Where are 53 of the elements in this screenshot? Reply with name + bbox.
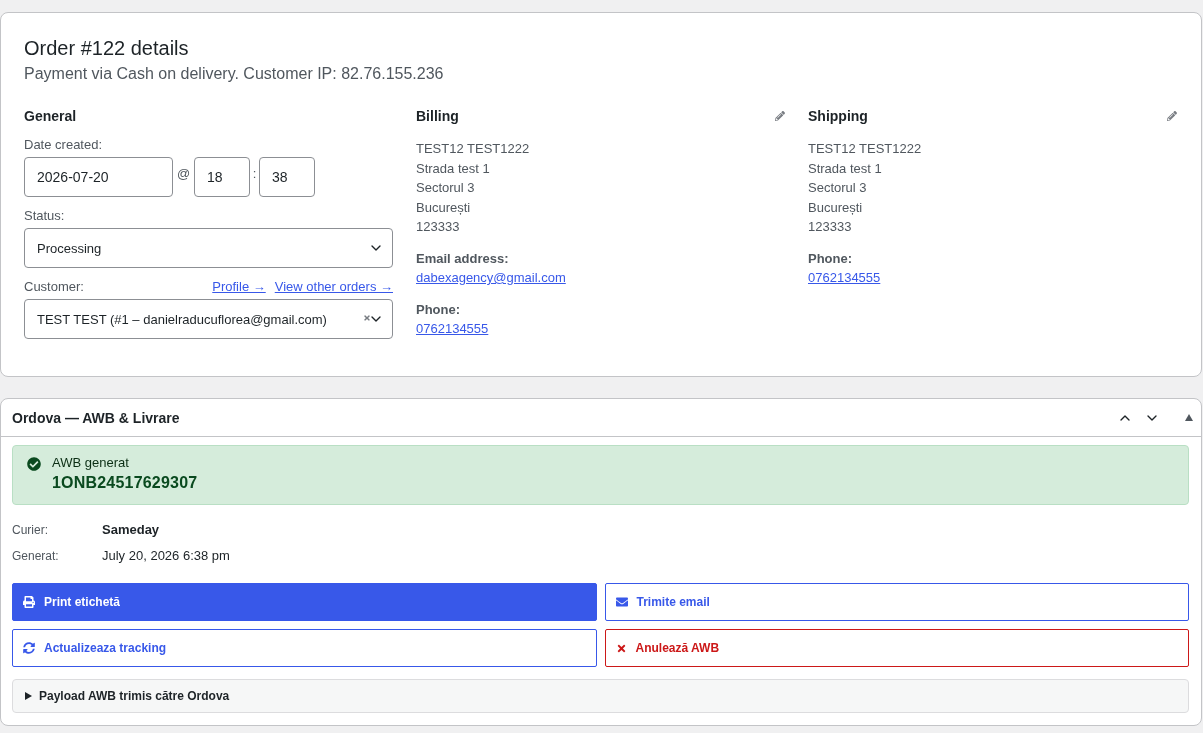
contact-link[interactable]: dabexagency@gmail.com [416, 268, 566, 288]
refresh-button[interactable]: Actualizeaza tracking [12, 629, 597, 667]
address-line: Sectorul 3 [416, 179, 476, 197]
address-line: Sectorul 3 [808, 179, 868, 197]
address-line: TEST12 TEST1222 [416, 140, 531, 158]
date-field[interactable]: 2026-07-20 [24, 157, 173, 197]
column-heading: General [24, 107, 77, 126]
at-sign: @ [175, 165, 192, 183]
address-line: TEST12 TEST1222 [808, 140, 923, 158]
contact-link[interactable]: 0762134555 [416, 319, 489, 339]
minute-field[interactable]: 38 [259, 157, 315, 197]
contact-label: Phone: [416, 300, 462, 319]
notice-title: AWB generat [52, 454, 130, 472]
cancel-button[interactable]: Anulează AWB [604, 629, 1189, 667]
order-title: Order #122 details [24, 36, 190, 61]
panel-title: Ordova — AWB & Livrare [12, 408, 180, 428]
customer-link[interactable]: Profile → [212, 278, 266, 296]
address-line: București [808, 198, 864, 217]
address-line: București [416, 198, 472, 217]
envelope-icon [615, 596, 628, 608]
x-icon [615, 642, 627, 654]
field-label: Date created: [24, 136, 104, 154]
contact-label: Phone: [808, 249, 854, 268]
address-line: Strada test 1 [416, 159, 491, 178]
address-line: 123333 [416, 218, 461, 236]
customer-link[interactable]: View other orders → [274, 278, 393, 296]
pencil-icon[interactable] [775, 111, 785, 121]
customer-select[interactable]: TEST TEST (#1 – danielraducuflorea@gmail.com) [24, 299, 393, 339]
refresh-icon [23, 642, 35, 654]
email-button[interactable]: Trimite email [604, 583, 1189, 621]
time-separator: : [251, 165, 258, 183]
hour-field[interactable]: 18 [194, 157, 250, 197]
address-line: 123333 [808, 218, 853, 236]
x-icon[interactable] [363, 314, 371, 322]
triangle-icon[interactable] [1185, 414, 1193, 421]
address-line: Strada test 1 [808, 159, 883, 178]
order-subtitle: Payment via Cash on delivery. Customer IP: 82.76.155.236 [24, 64, 445, 84]
field-label: Status: [24, 207, 66, 225]
detail-value: July 20, 2026 6:38 pm [102, 547, 230, 565]
detail-label: Curier: [12, 522, 49, 539]
printer-icon [23, 596, 35, 608]
print-button[interactable]: Print etichetă [12, 583, 597, 621]
field-label: Customer: [24, 278, 84, 296]
detail-label: Generat: [12, 548, 60, 565]
column-heading: Shipping [808, 107, 868, 126]
contact-label: Email address: [416, 249, 510, 268]
pencil-icon[interactable] [1167, 111, 1177, 121]
awb-code: 1ONB24517629307 [52, 473, 198, 493]
contact-link[interactable]: 0762134555 [808, 268, 881, 288]
status-select[interactable]: Processing [24, 228, 393, 268]
payload-toggle[interactable]: Payload AWB trimis către Ordova [12, 679, 1189, 713]
column-heading: Billing [416, 107, 459, 126]
detail-value: Sameday [102, 521, 160, 539]
